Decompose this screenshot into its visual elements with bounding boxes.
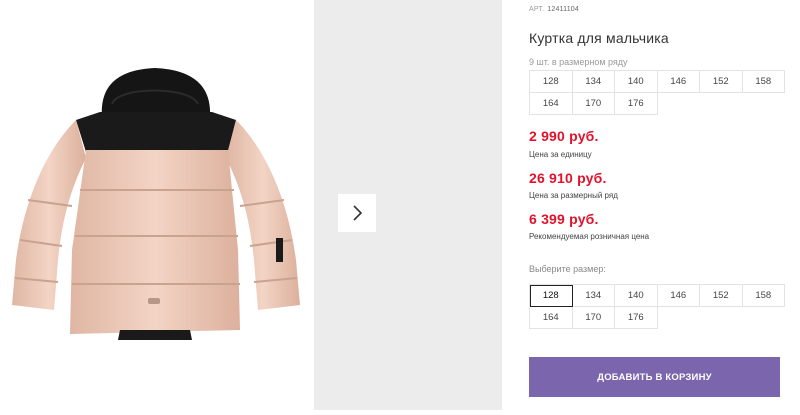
size-row-cell: 176 [615, 93, 658, 115]
size-option-158[interactable]: 158 [742, 285, 785, 307]
retail-price-label: Рекомендуемая розничная цена [529, 232, 650, 241]
sku-label: АРТ. [529, 6, 545, 13]
size-option-146[interactable]: 146 [657, 285, 700, 307]
row-price-label: Цена за размерный ряд [529, 191, 618, 200]
product-gallery [0, 0, 502, 410]
size-option-152[interactable]: 152 [700, 285, 743, 307]
jacket-image [12, 68, 300, 340]
size-select-label: Выберите размер: [529, 264, 606, 274]
unit-price-label: Цена за единицу [529, 150, 592, 159]
size-row-cell: 140 [615, 71, 658, 93]
size-row-cell: 170 [572, 93, 615, 115]
sku-value: 12411104 [547, 6, 579, 13]
size-option-128[interactable]: 128 [530, 285, 573, 307]
size-row-cell: 128 [530, 71, 573, 93]
row-price: 26 910 руб. [529, 170, 607, 186]
size-row-count: 9 шт. в размерном ряду [529, 57, 628, 67]
retail-price: 6 399 руб. [529, 211, 599, 227]
size-row-cell: 134 [572, 71, 615, 93]
product-title: Куртка для мальчика [529, 30, 669, 46]
size-option-140[interactable]: 140 [615, 285, 658, 307]
size-row-cell: 158 [742, 71, 785, 93]
size-option-170[interactable]: 170 [572, 307, 615, 329]
add-to-cart-button[interactable]: ДОБАВИТЬ В КОРЗИНУ [529, 357, 780, 397]
product-photo[interactable] [0, 0, 312, 410]
product-info: АРТ. 12411104 Куртка для мальчика 9 шт. в… [529, 0, 789, 410]
size-row-cell: 146 [657, 71, 700, 93]
chevron-right-icon [353, 205, 363, 221]
size-row-cell: 152 [700, 71, 743, 93]
size-option-134[interactable]: 134 [572, 285, 615, 307]
size-row-grid: 128 134 140 146 152 158 164 170 176 [529, 70, 785, 115]
sku: АРТ. 12411104 [529, 6, 579, 13]
size-row-cell: 164 [530, 93, 573, 115]
size-option-164[interactable]: 164 [530, 307, 573, 329]
unit-price: 2 990 руб. [529, 128, 599, 144]
size-option-176[interactable]: 176 [615, 307, 658, 329]
next-image-button[interactable] [338, 194, 376, 232]
size-select-grid: 128 134 140 146 152 158 164 170 176 [529, 284, 785, 329]
